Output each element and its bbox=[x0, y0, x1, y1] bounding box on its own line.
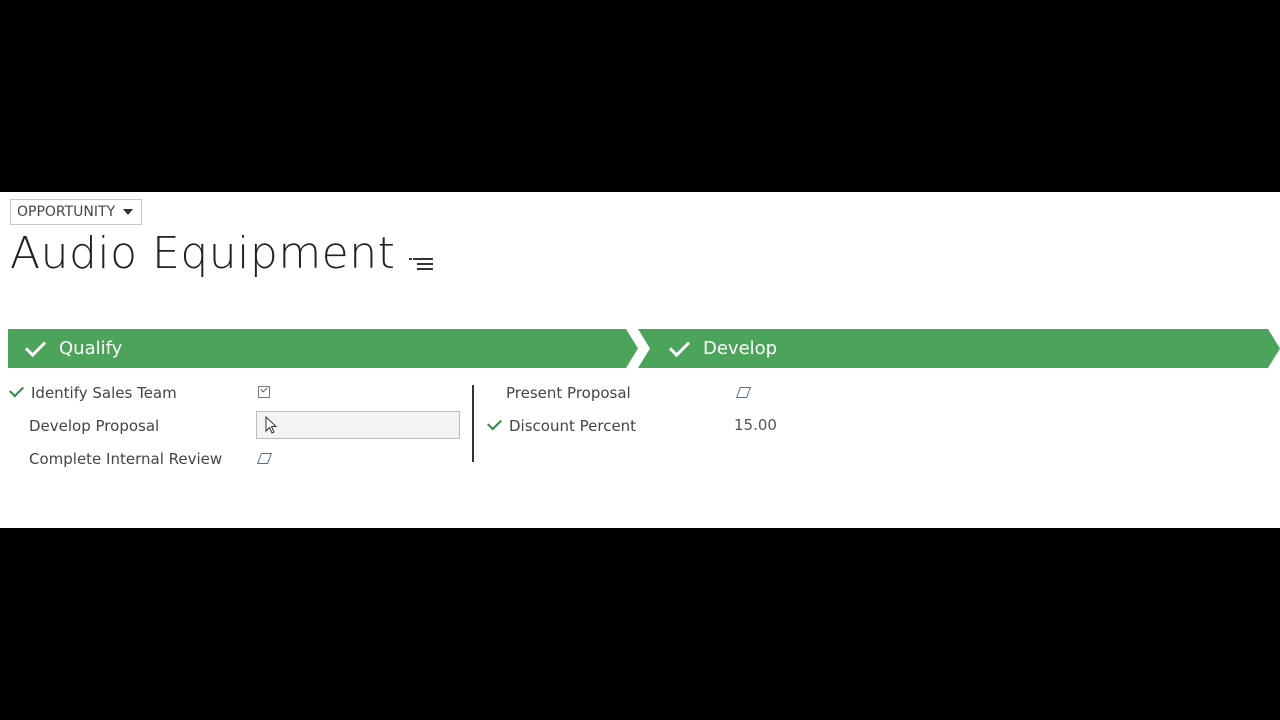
steps-divider bbox=[472, 385, 474, 462]
step-label-identify-sales-team: Identify Sales Team bbox=[31, 384, 177, 402]
edit-field-icon[interactable] bbox=[735, 387, 752, 398]
entity-type-label: OPPORTUNITY bbox=[17, 204, 116, 220]
title-row: Audio Equipment bbox=[10, 226, 434, 282]
step-complete-check-icon bbox=[9, 382, 24, 398]
stage-qualify[interactable]: Qualify bbox=[8, 329, 638, 368]
step-label-develop-proposal: Develop Proposal bbox=[29, 417, 160, 435]
stage-label: Qualify bbox=[59, 338, 123, 359]
stage-develop[interactable]: Develop bbox=[638, 329, 1280, 368]
step-label-discount-percent: Discount Percent bbox=[509, 417, 637, 435]
caret-down-icon bbox=[123, 209, 134, 215]
develop-proposal-input[interactable] bbox=[256, 411, 460, 439]
step-label-complete-internal-review: Complete Internal Review bbox=[29, 450, 223, 468]
form-menu-icon[interactable] bbox=[409, 256, 434, 272]
opportunity-panel: OPPORTUNITY Audio Equipment Qualify Deve… bbox=[0, 192, 1280, 528]
check-icon bbox=[668, 335, 691, 358]
discount-percent-value[interactable]: 15.00 bbox=[734, 416, 777, 434]
stage-label: Develop bbox=[703, 338, 778, 359]
identify-sales-team-checkbox[interactable] bbox=[258, 386, 270, 398]
record-title: Audio Equipment bbox=[10, 228, 396, 279]
mouse-cursor-icon bbox=[265, 416, 278, 434]
process-stage-bar: Qualify Develop bbox=[8, 329, 1280, 368]
step-label-present-proposal: Present Proposal bbox=[506, 384, 631, 402]
check-icon bbox=[24, 335, 47, 358]
step-complete-check-icon bbox=[487, 415, 502, 431]
edit-field-icon[interactable] bbox=[256, 453, 273, 464]
entity-type-dropdown[interactable]: OPPORTUNITY bbox=[10, 199, 143, 225]
